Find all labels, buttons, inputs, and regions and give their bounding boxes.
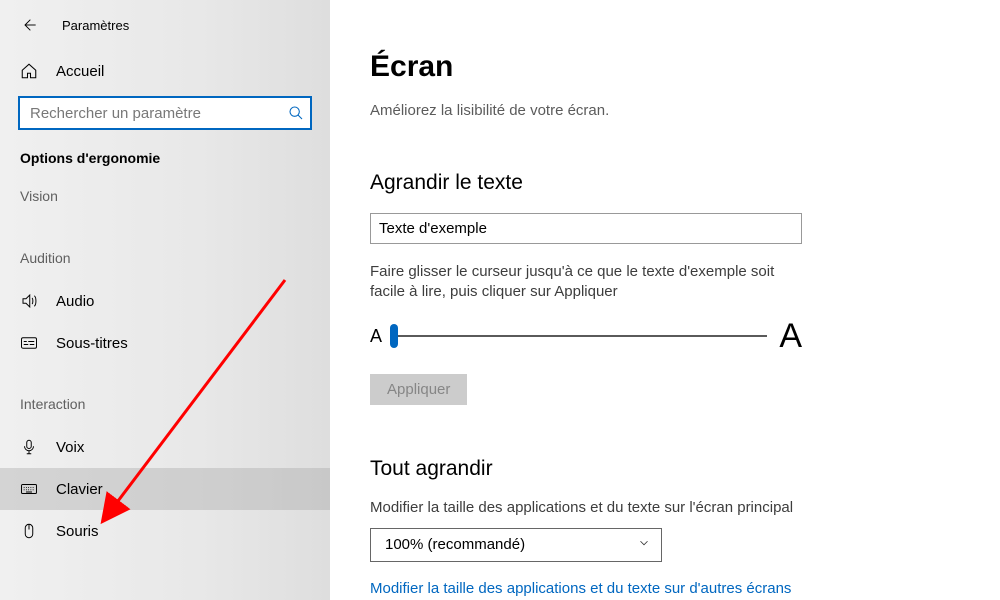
big-a-icon: A xyxy=(779,317,802,356)
enlarge-text-heading: Agrandir le texte xyxy=(370,171,990,195)
scale-label: Modifier la taille des applications et d… xyxy=(370,499,990,516)
sidebar-header: Paramètres xyxy=(0,12,330,52)
home-label: Accueil xyxy=(56,63,104,80)
arrow-left-icon xyxy=(21,17,37,33)
microphone-icon xyxy=(20,438,38,456)
text-size-slider[interactable]: A A xyxy=(370,317,802,356)
slider-thumb[interactable] xyxy=(390,324,398,348)
apply-button[interactable]: Appliquer xyxy=(370,374,467,405)
back-button[interactable] xyxy=(20,16,38,34)
chevron-down-icon xyxy=(637,536,651,554)
settings-app: Paramètres Accueil Options d'ergonomie V… xyxy=(0,0,1000,600)
mouse-icon xyxy=(20,522,38,540)
sidebar-item-audio[interactable]: Audio xyxy=(0,280,330,322)
sidebar-item-keyboard[interactable]: Clavier xyxy=(0,468,330,510)
scale-dropdown[interactable]: 100% (recommandé) xyxy=(370,528,662,562)
sidebar-home[interactable]: Accueil xyxy=(0,52,330,90)
sidebar-item-label: Clavier xyxy=(56,481,103,498)
dropdown-value: 100% (recommandé) xyxy=(385,536,525,553)
sidebar-item-label: Audio xyxy=(56,293,94,310)
sidebar-item-label: Voix xyxy=(56,439,84,456)
home-icon xyxy=(20,62,38,80)
page-subtitle: Améliorez la lisibilité de votre écran. xyxy=(370,102,990,119)
search-icon xyxy=(288,105,304,121)
page-title: Écran xyxy=(370,50,990,84)
sidebar-category: Options d'ergonomie xyxy=(0,144,330,178)
search-input[interactable] xyxy=(18,96,312,130)
sidebar: Paramètres Accueil Options d'ergonomie V… xyxy=(0,0,330,600)
sidebar-item-speech[interactable]: Voix xyxy=(0,426,330,468)
keyboard-icon xyxy=(20,480,38,498)
small-a-icon: A xyxy=(370,326,382,347)
sample-text-box: Texte d'exemple xyxy=(370,213,802,244)
main-content: Écran Améliorez la lisibilité de votre é… xyxy=(330,0,1000,600)
audio-icon xyxy=(20,292,38,310)
sidebar-item-label: Sous-titres xyxy=(56,335,128,352)
search-wrap xyxy=(18,96,312,130)
slider-track[interactable] xyxy=(394,335,767,337)
window-title: Paramètres xyxy=(62,18,129,33)
slider-instruction: Faire glisser le curseur jusqu'à ce que … xyxy=(370,262,802,303)
link-other-screens[interactable]: Modifier la taille des applications et d… xyxy=(370,580,990,597)
subtitles-icon xyxy=(20,334,38,352)
sidebar-item-mouse[interactable]: Souris xyxy=(0,510,330,552)
sidebar-item-label: Souris xyxy=(56,523,99,540)
sidebar-section-vision: Vision xyxy=(0,178,330,218)
sidebar-section-audition: Audition xyxy=(0,240,330,280)
enlarge-all-section: Tout agrandir Modifier la taille des app… xyxy=(370,457,990,600)
enlarge-all-heading: Tout agrandir xyxy=(370,457,990,481)
sidebar-section-interaction: Interaction xyxy=(0,386,330,426)
sidebar-item-subtitles[interactable]: Sous-titres xyxy=(0,322,330,364)
